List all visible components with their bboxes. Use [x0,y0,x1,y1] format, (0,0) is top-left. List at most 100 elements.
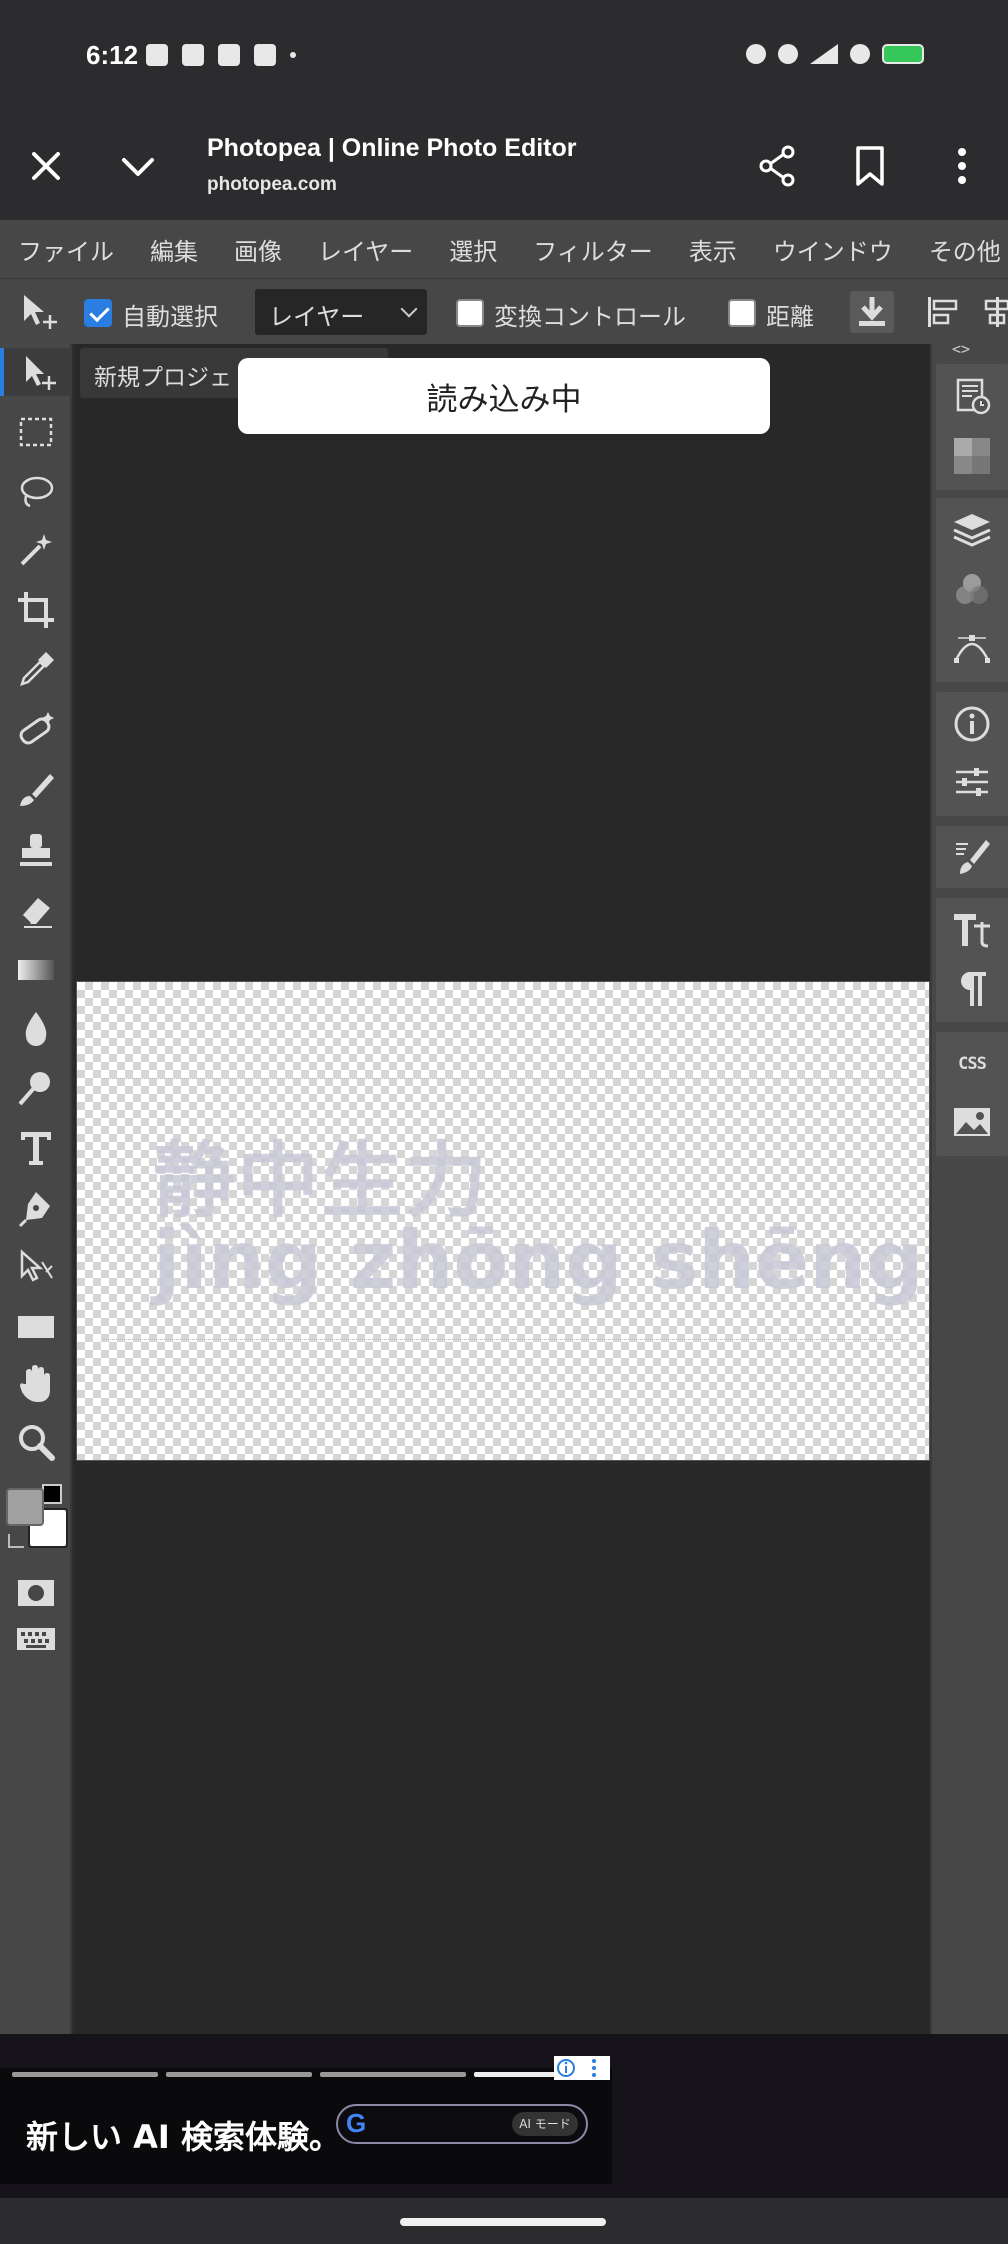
panel-group-type [936,898,1008,1022]
bookmark-icon[interactable] [852,144,888,188]
menu-layer[interactable]: レイヤー [300,232,431,267]
marquee-tool[interactable] [12,408,60,456]
swatches-panel-button[interactable] [950,434,994,478]
mask-icon [18,1580,54,1606]
clone-stamp-tool[interactable] [12,826,60,874]
pen-tool[interactable] [12,1184,60,1232]
dodge-tool[interactable] [12,1064,60,1112]
hand-icon [20,1365,50,1402]
character-panel-button[interactable] [950,908,994,952]
type-tool[interactable] [12,1124,60,1172]
dodge-icon [18,1072,50,1106]
menu-more[interactable]: その他 [911,232,1008,267]
signal-icon [810,44,838,64]
bandage-icon [19,712,54,745]
foreground-color-swatch[interactable] [6,1488,44,1526]
pen-icon [18,1192,50,1228]
layers-panel-button[interactable] [950,508,994,552]
share-icon[interactable] [756,144,800,188]
transform-controls-checkbox[interactable] [456,299,484,327]
stamp-icon [20,834,52,866]
menu-bar: ファイル 編集 画像 レイヤー 選択 フィルター 表示 ウインドウ その他 [0,220,1008,278]
close-icon[interactable] [28,148,64,184]
paths-panel-button[interactable] [950,626,994,670]
notification-e-icon [146,44,168,66]
download-icon[interactable] [850,291,894,333]
panel-group-info [936,692,1008,816]
paragraph-panel-button[interactable] [950,966,994,1010]
menu-file[interactable]: ファイル [0,232,132,267]
canvas-workspace[interactable]: 新規プロジェ 読み込み中 静中生力 jìng zhōng shēng lì [74,344,1006,2034]
path-select-tool[interactable] [12,1244,60,1292]
ad-choices-icon[interactable] [554,2056,610,2080]
quick-mask-button[interactable] [12,1568,60,1616]
crop-tool[interactable] [12,586,60,634]
eyedropper-tool[interactable] [12,646,60,694]
sliders-icon [956,768,988,796]
lasso-tool[interactable] [12,468,60,516]
color-swatches[interactable] [6,1484,70,1550]
menu-edit[interactable]: 編集 [132,232,216,267]
ad-headline: 新しい AI 検索体験。 [26,2118,341,2156]
tools-panel [0,344,72,2034]
default-colors-icon[interactable] [42,1484,62,1504]
menu-view[interactable]: 表示 [671,232,755,267]
keyboard-button[interactable] [12,1614,60,1662]
more-options-icon[interactable] [944,144,980,188]
gradient-tool[interactable] [12,946,60,994]
menu-window[interactable]: ウインドウ [755,232,911,267]
panel-collapse-toggle[interactable]: <> [952,340,970,358]
battery-icon [882,44,924,64]
distance-checkbox[interactable] [728,299,756,327]
status-time: 6:12 [86,40,139,70]
properties-panel-button[interactable] [950,760,994,804]
eraser-icon [20,898,52,928]
swatches-icon [954,438,990,474]
ad-banner-area: 新しい AI 検索体験。 G AI モード [0,2034,1008,2198]
auto-select-checkbox[interactable] [84,299,112,327]
menu-image[interactable]: 画像 [216,232,300,267]
menu-select[interactable]: 選択 [431,232,515,267]
history-panel-button[interactable] [950,374,994,418]
page-url[interactable]: photopea.com [207,174,337,196]
align-left-icon[interactable] [924,291,964,333]
gradient-icon [18,960,54,980]
distance-label: 距離 [766,303,814,331]
chevron-down-icon[interactable] [118,148,158,184]
brush-tool[interactable] [12,766,60,814]
zoom-tool[interactable] [12,1418,60,1466]
paragraph-icon [961,972,986,1006]
align-center-icon[interactable] [982,291,1008,333]
move-tool-icon[interactable] [20,293,60,331]
home-indicator[interactable] [400,2218,606,2226]
panel-group-history [936,364,1008,490]
brush-settings-button[interactable] [950,834,994,878]
auto-select-label: 自動選択 [122,303,218,331]
ad-banner[interactable]: 新しい AI 検索体験。 G AI モード [0,2068,612,2184]
magic-wand-icon [20,534,52,566]
crop-icon [18,592,54,628]
ad-progress-bars [12,2072,564,2077]
css-panel-button[interactable]: CSS [950,1042,994,1086]
document-canvas[interactable]: 静中生力 jìng zhōng shēng lì [76,981,1006,1461]
menu-filter[interactable]: フィルター [515,232,671,267]
swap-colors-icon[interactable] [8,1534,24,1548]
auto-select-target-dropdown[interactable]: レイヤー [255,289,427,335]
shape-tool[interactable] [12,1302,60,1350]
blur-tool[interactable] [12,1004,60,1052]
magic-wand-tool[interactable] [12,526,60,574]
info-panel-button[interactable] [950,702,994,746]
hand-tool[interactable] [12,1360,60,1408]
zoom-icon [19,1425,55,1461]
image-panel-button[interactable] [950,1100,994,1144]
options-bar: 自動選択 レイヤー 変換コントロール 距離 [0,278,1008,344]
move-tool[interactable] [0,348,72,396]
channels-panel-button[interactable] [950,568,994,612]
eraser-tool[interactable] [12,886,60,934]
path-select-icon [20,1249,53,1282]
healing-brush-tool[interactable] [12,706,60,754]
move-tool-icon [26,356,56,390]
brush-icon [20,774,54,806]
app-notification-icon [218,44,240,66]
canvas-text-pinyin[interactable]: jìng zhōng shēng lì [153,1214,1006,1307]
